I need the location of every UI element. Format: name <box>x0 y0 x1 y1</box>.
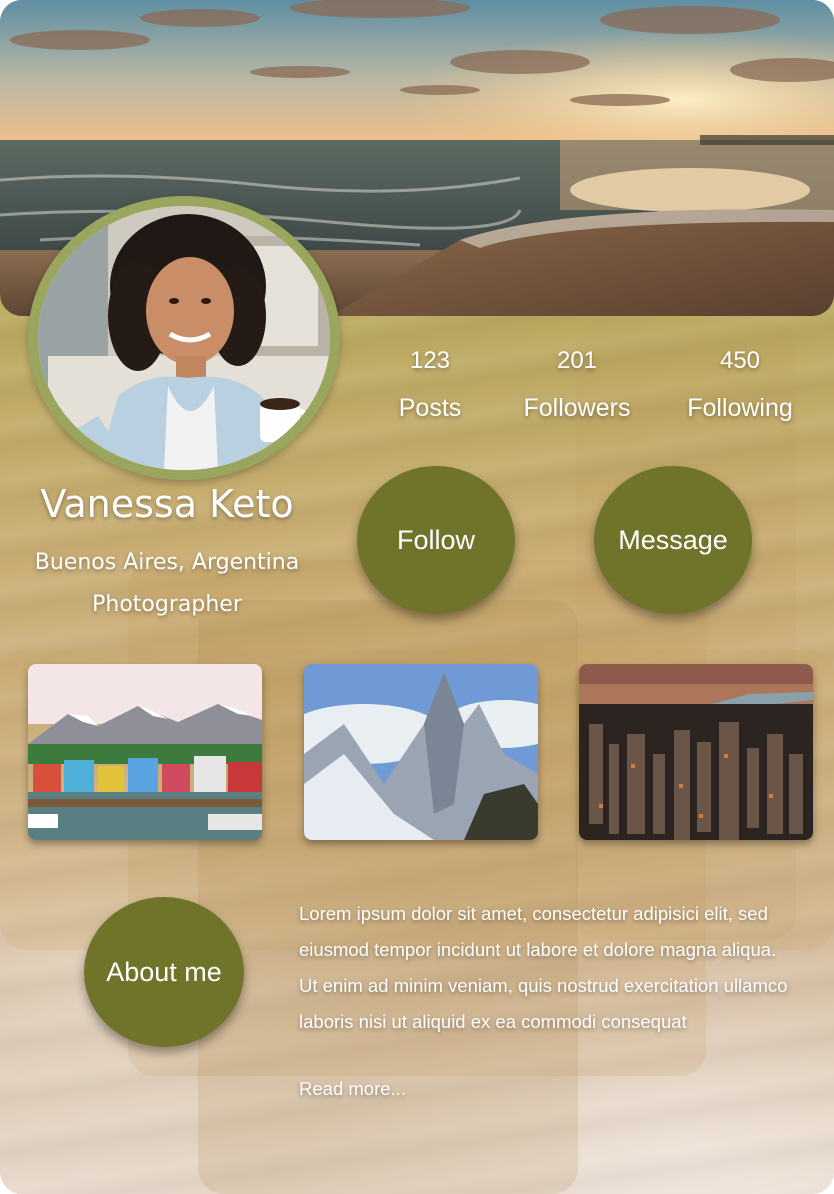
profile-name: Vanessa Keto <box>40 482 294 526</box>
stat-posts-value: 123 <box>409 347 451 374</box>
city-skyline-image <box>579 664 813 840</box>
stat-following[interactable]: 450 Following <box>655 346 825 423</box>
avatar[interactable] <box>28 196 340 480</box>
gallery-photo[interactable] <box>304 664 538 840</box>
avatar-photo <box>38 206 330 470</box>
read-more-link[interactable]: Read more... <box>299 1073 406 1105</box>
stat-posts[interactable]: 123 Posts <box>345 346 515 423</box>
about-text: Lorem ipsum dolor sit amet, consectetur … <box>299 903 788 1032</box>
message-button[interactable]: Message <box>594 466 752 614</box>
profile-location: Buenos Aires, Argentina <box>34 550 300 575</box>
stat-followers[interactable]: 201 Followers <box>492 346 662 423</box>
profile-role: Photographer <box>92 592 242 617</box>
woman-portrait-image <box>38 206 330 470</box>
stat-following-value: 450 <box>719 347 761 374</box>
gallery-photo[interactable] <box>579 664 813 840</box>
about-me-button[interactable]: About me <box>84 897 244 1047</box>
mountain-peaks-image <box>304 664 538 840</box>
gallery-photo[interactable] <box>28 664 262 840</box>
stat-following-label: Following <box>687 394 793 422</box>
follow-button[interactable]: Follow <box>357 466 515 614</box>
stat-followers-label: Followers <box>523 394 631 422</box>
stat-posts-label: Posts <box>398 394 462 422</box>
harbor-town-image <box>28 664 262 840</box>
profile-card: Vanessa Keto Buenos Aires, Argentina Pho… <box>0 0 834 1194</box>
stat-followers-value: 201 <box>556 347 598 374</box>
